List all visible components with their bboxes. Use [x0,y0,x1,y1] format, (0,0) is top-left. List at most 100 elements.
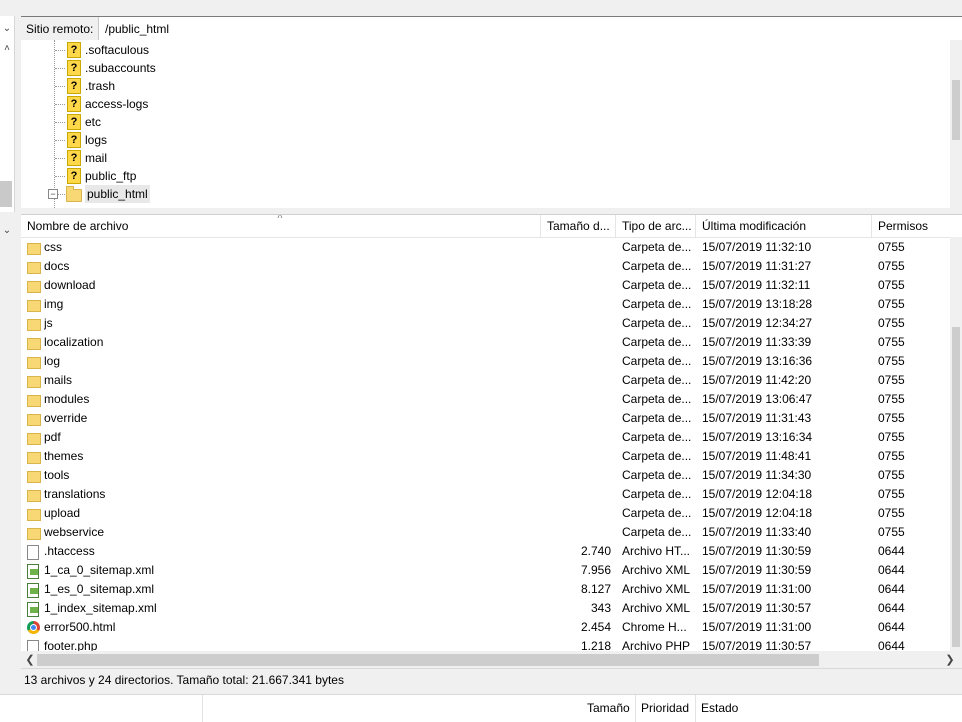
file-type: Carpeta de... [622,430,692,444]
folder-icon [27,281,41,293]
tree-scrollbar-thumb[interactable] [952,80,960,140]
tree-scrollbar[interactable] [950,40,962,208]
file-row[interactable]: themes Carpeta de... 15/07/2019 11:48:41 07… [21,447,962,466]
folder-icon [27,414,41,426]
tree-connector [55,158,65,159]
file-name: 1_es_0_sitemap.xml [44,582,155,596]
file-name: mails [44,373,73,387]
chevron-up-icon[interactable]: ˄ [0,42,14,56]
file-modified: 15/07/2019 13:06:47 [702,392,813,406]
file-modified: 15/07/2019 11:42:20 [702,373,812,387]
file-row[interactable]: download Carpeta de... 15/07/2019 11:32:11… [21,276,962,295]
scroll-right-icon[interactable]: ❯ [943,651,957,669]
file-type: Carpeta de... [622,525,692,539]
file-row[interactable]: modules Carpeta de... 15/07/2019 13:06:47 0… [21,390,962,409]
file-row[interactable]: log Carpeta de... 15/07/2019 13:16:36 0755 [21,352,962,371]
file-permissions: 0755 [878,240,905,254]
unknown-folder-icon: ? [67,78,81,94]
file-modified: 15/07/2019 11:33:39 [702,335,812,349]
file-type: Carpeta de... [622,468,692,482]
scroll-left-icon[interactable]: ❮ [23,651,37,669]
transfer-queue: Tamaño Prioridad Estado [0,694,962,722]
file-row[interactable]: webservice Carpeta de... 15/07/2019 11:33:… [21,523,962,542]
queue-column-size[interactable]: Tamaño [582,695,630,722]
file-row[interactable]: js Carpeta de... 15/07/2019 12:34:27 0755 [21,314,962,333]
file-icon [27,545,39,560]
file-row[interactable]: error500.html 2.454 Chrome H... 15/07/2019 … [21,618,962,637]
chrome-html-icon [27,621,40,634]
file-row[interactable]: pdf Carpeta de... 15/07/2019 13:16:34 0755 [21,428,962,447]
folder-icon [27,243,41,255]
file-list-horizontal-scrollbar[interactable]: ❮ ❯ [21,651,962,669]
file-row[interactable]: img Carpeta de... 15/07/2019 13:18:28 0755 [21,295,962,314]
file-name: js [44,316,53,330]
file-permissions: 0755 [878,392,905,406]
queue-column-status[interactable]: Estado [695,695,738,722]
unknown-folder-icon: ? [67,96,81,112]
file-type: Carpeta de... [622,278,692,292]
file-row[interactable]: mails Carpeta de... 15/07/2019 11:42:20 075… [21,371,962,390]
vertical-scrollbar-thumb[interactable] [952,327,960,647]
file-name: override [44,411,88,425]
tree-item-label: mail [85,151,108,165]
folder-icon [27,528,41,540]
tree-item-label: access-logs [85,97,149,111]
file-modified: 15/07/2019 11:30:59 [702,544,812,558]
file-permissions: 0755 [878,259,905,273]
local-tree-edge: ⌄ ˄ [0,16,15,212]
file-type: Archivo XML [622,601,691,615]
file-type: Archivo XML [622,563,691,577]
file-permissions: 0644 [878,601,905,615]
file-modified: 15/07/2019 12:04:18 [702,506,813,520]
file-modified: 15/07/2019 12:34:27 [702,316,813,330]
horizontal-scrollbar-thumb[interactable] [37,654,819,666]
queue-column-priority[interactable]: Prioridad [635,695,689,722]
column-header-name[interactable]: Nombre de archivo [21,215,541,237]
file-row[interactable]: upload Carpeta de... 15/07/2019 12:04:18 07… [21,504,962,523]
tree-item-label: .subaccounts [85,61,156,75]
file-permissions: 0755 [878,278,905,292]
folder-icon [27,338,41,350]
file-permissions: 0644 [878,620,905,634]
file-type: Carpeta de... [622,506,692,520]
file-row[interactable]: .htaccess 2.740 Archivo HT... 15/07/2019 11… [21,542,962,561]
file-modified: 15/07/2019 13:18:28 [702,297,813,311]
tree-connector [55,68,65,69]
column-header-type[interactable]: Tipo de arc... [616,215,696,237]
remote-file-list: ˄ Nombre de archivo Tamaño d... Tipo de … [21,214,962,669]
file-row[interactable]: 1_index_sitemap.xml 343 Archivo XML 15/07/2… [21,599,962,618]
folder-icon [27,262,41,274]
file-name: docs [44,259,70,273]
chevron-down-icon[interactable]: ⌄ [0,22,14,36]
file-permissions: 0755 [878,335,905,349]
file-row[interactable]: 1_ca_0_sitemap.xml 7.956 Archivo XML 15/07/… [21,561,962,580]
file-list-vertical-scrollbar[interactable] [950,237,962,651]
tree-item-label: .softaculous [85,43,150,57]
file-type: Carpeta de... [622,487,692,501]
column-header-permissions[interactable]: Permisos [872,215,950,237]
file-modified: 15/07/2019 11:30:59 [702,563,812,577]
file-permissions: 0755 [878,506,905,520]
file-row[interactable]: localization Carpeta de... 15/07/2019 11:3… [21,333,962,352]
column-header-modified[interactable]: Última modificación [696,215,872,237]
unknown-folder-icon: ? [67,168,81,184]
remote-path-input[interactable]: /public_html [101,19,962,39]
collapse-icon[interactable]: − [48,189,58,199]
file-row[interactable]: tools Carpeta de... 15/07/2019 11:34:30 075… [21,466,962,485]
file-name: download [44,278,96,292]
folder-icon [27,509,41,521]
file-row[interactable]: 1_es_0_sitemap.xml 8.127 Archivo XML 15/07/… [21,580,962,599]
file-row[interactable]: css Carpeta de... 15/07/2019 11:32:10 0755 [21,238,962,257]
file-row[interactable]: override Carpeta de... 15/07/2019 11:31:43… [21,409,962,428]
tree-connector [55,86,65,87]
local-scrollbar-thumb[interactable] [0,181,12,207]
chevron-down-icon[interactable]: ⌄ [0,224,14,238]
file-row[interactable]: translations Carpeta de... 15/07/2019 12:0… [21,485,962,504]
tree-item-label: etc [85,115,102,129]
file-name: themes [44,449,84,463]
column-header-size[interactable]: Tamaño d... [541,215,616,237]
file-row[interactable]: docs Carpeta de... 15/07/2019 11:31:27 0755 [21,257,962,276]
folder-icon [27,319,41,331]
file-permissions: 0755 [878,449,905,463]
file-modified: 15/07/2019 11:31:00 [702,620,812,634]
